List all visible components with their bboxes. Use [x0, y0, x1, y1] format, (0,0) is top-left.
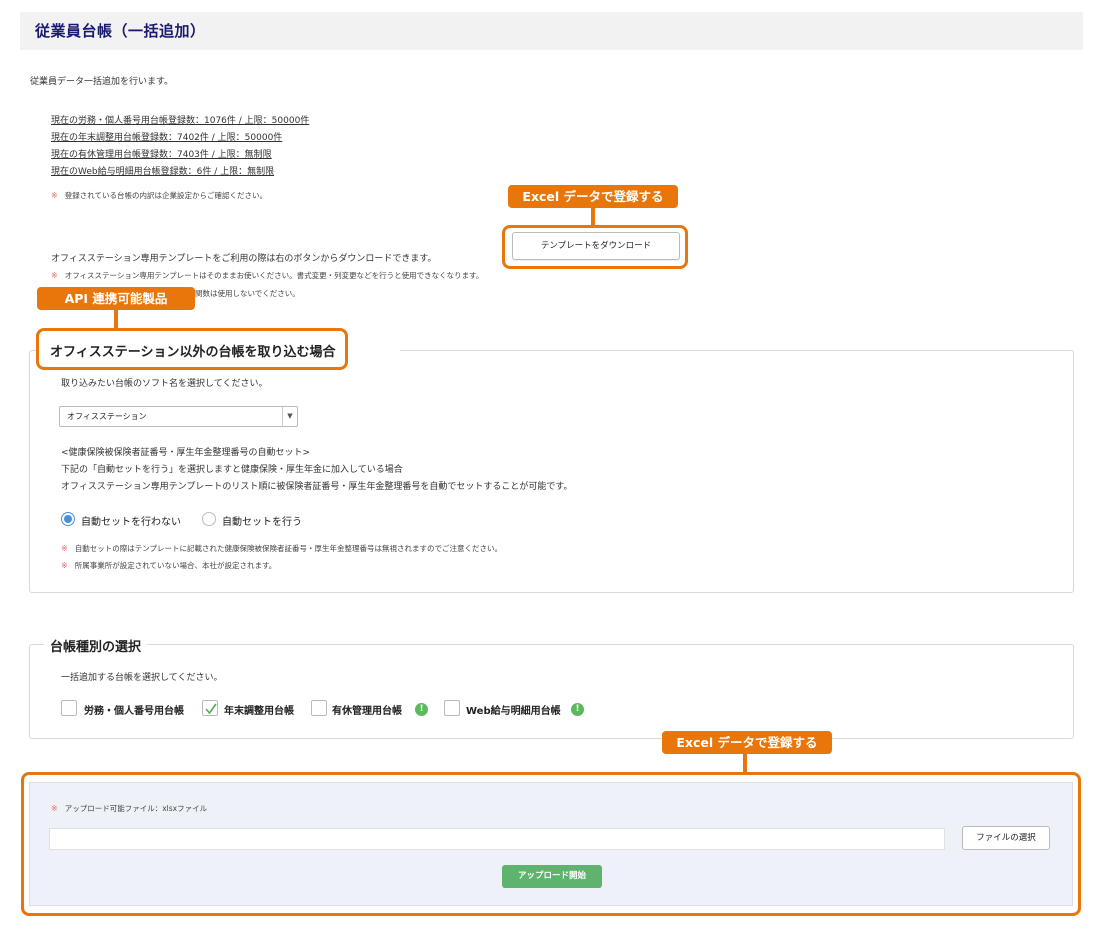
checkbox-web[interactable]	[444, 700, 460, 716]
auto-set-line-2: オフィスステーション専用テンプレートのリスト順に被保険者証番号・厚生年金整理番号…	[61, 482, 573, 492]
checkbox-nenmatsu-label: 年末調整用台帳	[224, 706, 294, 717]
select-prompt: 取り込みたい台帳のソフト名を選択してください。	[61, 379, 268, 389]
file-path-input[interactable]	[49, 828, 945, 850]
software-select[interactable]: オフィスステーション ▼	[59, 406, 298, 427]
radio-auto-on-label: 自動セットを行う	[222, 517, 302, 528]
template-note-2: 関数は使用しないでください。	[195, 289, 300, 298]
radio-auto-off[interactable]	[61, 512, 75, 526]
checkbox-roumu-label: 労務・個人番号用台帳	[84, 706, 184, 717]
info-icon-yukyu[interactable]: !	[415, 703, 428, 716]
intro-text: 従業員データ一括追加を行います。	[30, 77, 174, 87]
callout-line-bottom	[743, 754, 747, 772]
callout-line-api	[114, 310, 118, 328]
page-title: 従業員台帳（一括追加）	[35, 22, 206, 40]
upload-allowed-note: ※ アップロード可能ファイル：xlsxファイル	[51, 804, 208, 813]
import-legend: オフィスステーション以外の台帳を取り込む場合	[44, 341, 342, 360]
callout-excel-bottom: Excel データで登録する	[662, 731, 832, 754]
count-web: 現在のWeb給与明細用台帳登録数：6件 / 上限：無制限	[51, 167, 275, 177]
ledger-detail-note: ※ 登録されている台帳の内訳は企業設定からご確認ください。	[51, 191, 267, 200]
upload-start-button[interactable]: アップロード開始	[502, 865, 602, 888]
checkbox-nenmatsu[interactable]	[202, 700, 218, 716]
radio-auto-on[interactable]	[202, 512, 216, 526]
callout-excel-top: Excel データで登録する	[508, 185, 678, 208]
info-icon-web[interactable]: !	[571, 703, 584, 716]
radio-auto-off-label: 自動セットを行わない	[81, 517, 181, 528]
template-download-button[interactable]: テンプレートをダウンロード	[512, 232, 680, 260]
auto-set-note-1: ※ 自動セットの際はテンプレートに記載された健康保険被保険者証番号・厚生年金整理番…	[61, 544, 502, 553]
callout-api: API 連携可能製品	[37, 287, 195, 310]
template-note-1: ※ オフィスステーション専用テンプレートはそのままお使いください。書式変更・列変更…	[51, 271, 484, 280]
checkbox-yukyu-label: 有休管理用台帳	[332, 706, 402, 717]
callout-line-top	[591, 208, 595, 226]
chevron-down-icon: ▼	[282, 407, 297, 426]
checkbox-web-label: Web給与明細用台帳	[466, 706, 561, 717]
ledger-legend: 台帳種別の選択	[44, 636, 148, 655]
checkbox-yukyu[interactable]	[311, 700, 327, 716]
file-select-button[interactable]: ファイルの選択	[962, 826, 1050, 850]
check-icon	[205, 703, 217, 715]
auto-set-title: <健康保険被保険者証番号・厚生年金整理番号の自動セット>	[61, 448, 311, 458]
checkbox-roumu[interactable]	[61, 700, 77, 716]
ledger-prompt: 一括追加する台帳を選択してください。	[61, 673, 223, 683]
count-roumu: 現在の労務・個人番号用台帳登録数：1076件 / 上限：50000件	[51, 116, 310, 126]
count-nenmatsu: 現在の年末調整用台帳登録数：7402件 / 上限：50000件	[51, 133, 283, 143]
auto-set-note-2: ※ 所属事業所が設定されていない場合、本社が設定されます。	[61, 561, 277, 570]
ledger-fieldset	[29, 644, 1074, 739]
auto-set-line-1: 下記の「自動セットを行う」を選択しますと健康保険・厚生年金に加入している場合	[61, 465, 403, 475]
template-intro: オフィスステーション専用テンプレートをご利用の際は右のボタンからダウンロードでき…	[51, 254, 437, 264]
count-yukyu: 現在の有休管理用台帳登録数：7403件 / 上限：無制限	[51, 150, 272, 160]
